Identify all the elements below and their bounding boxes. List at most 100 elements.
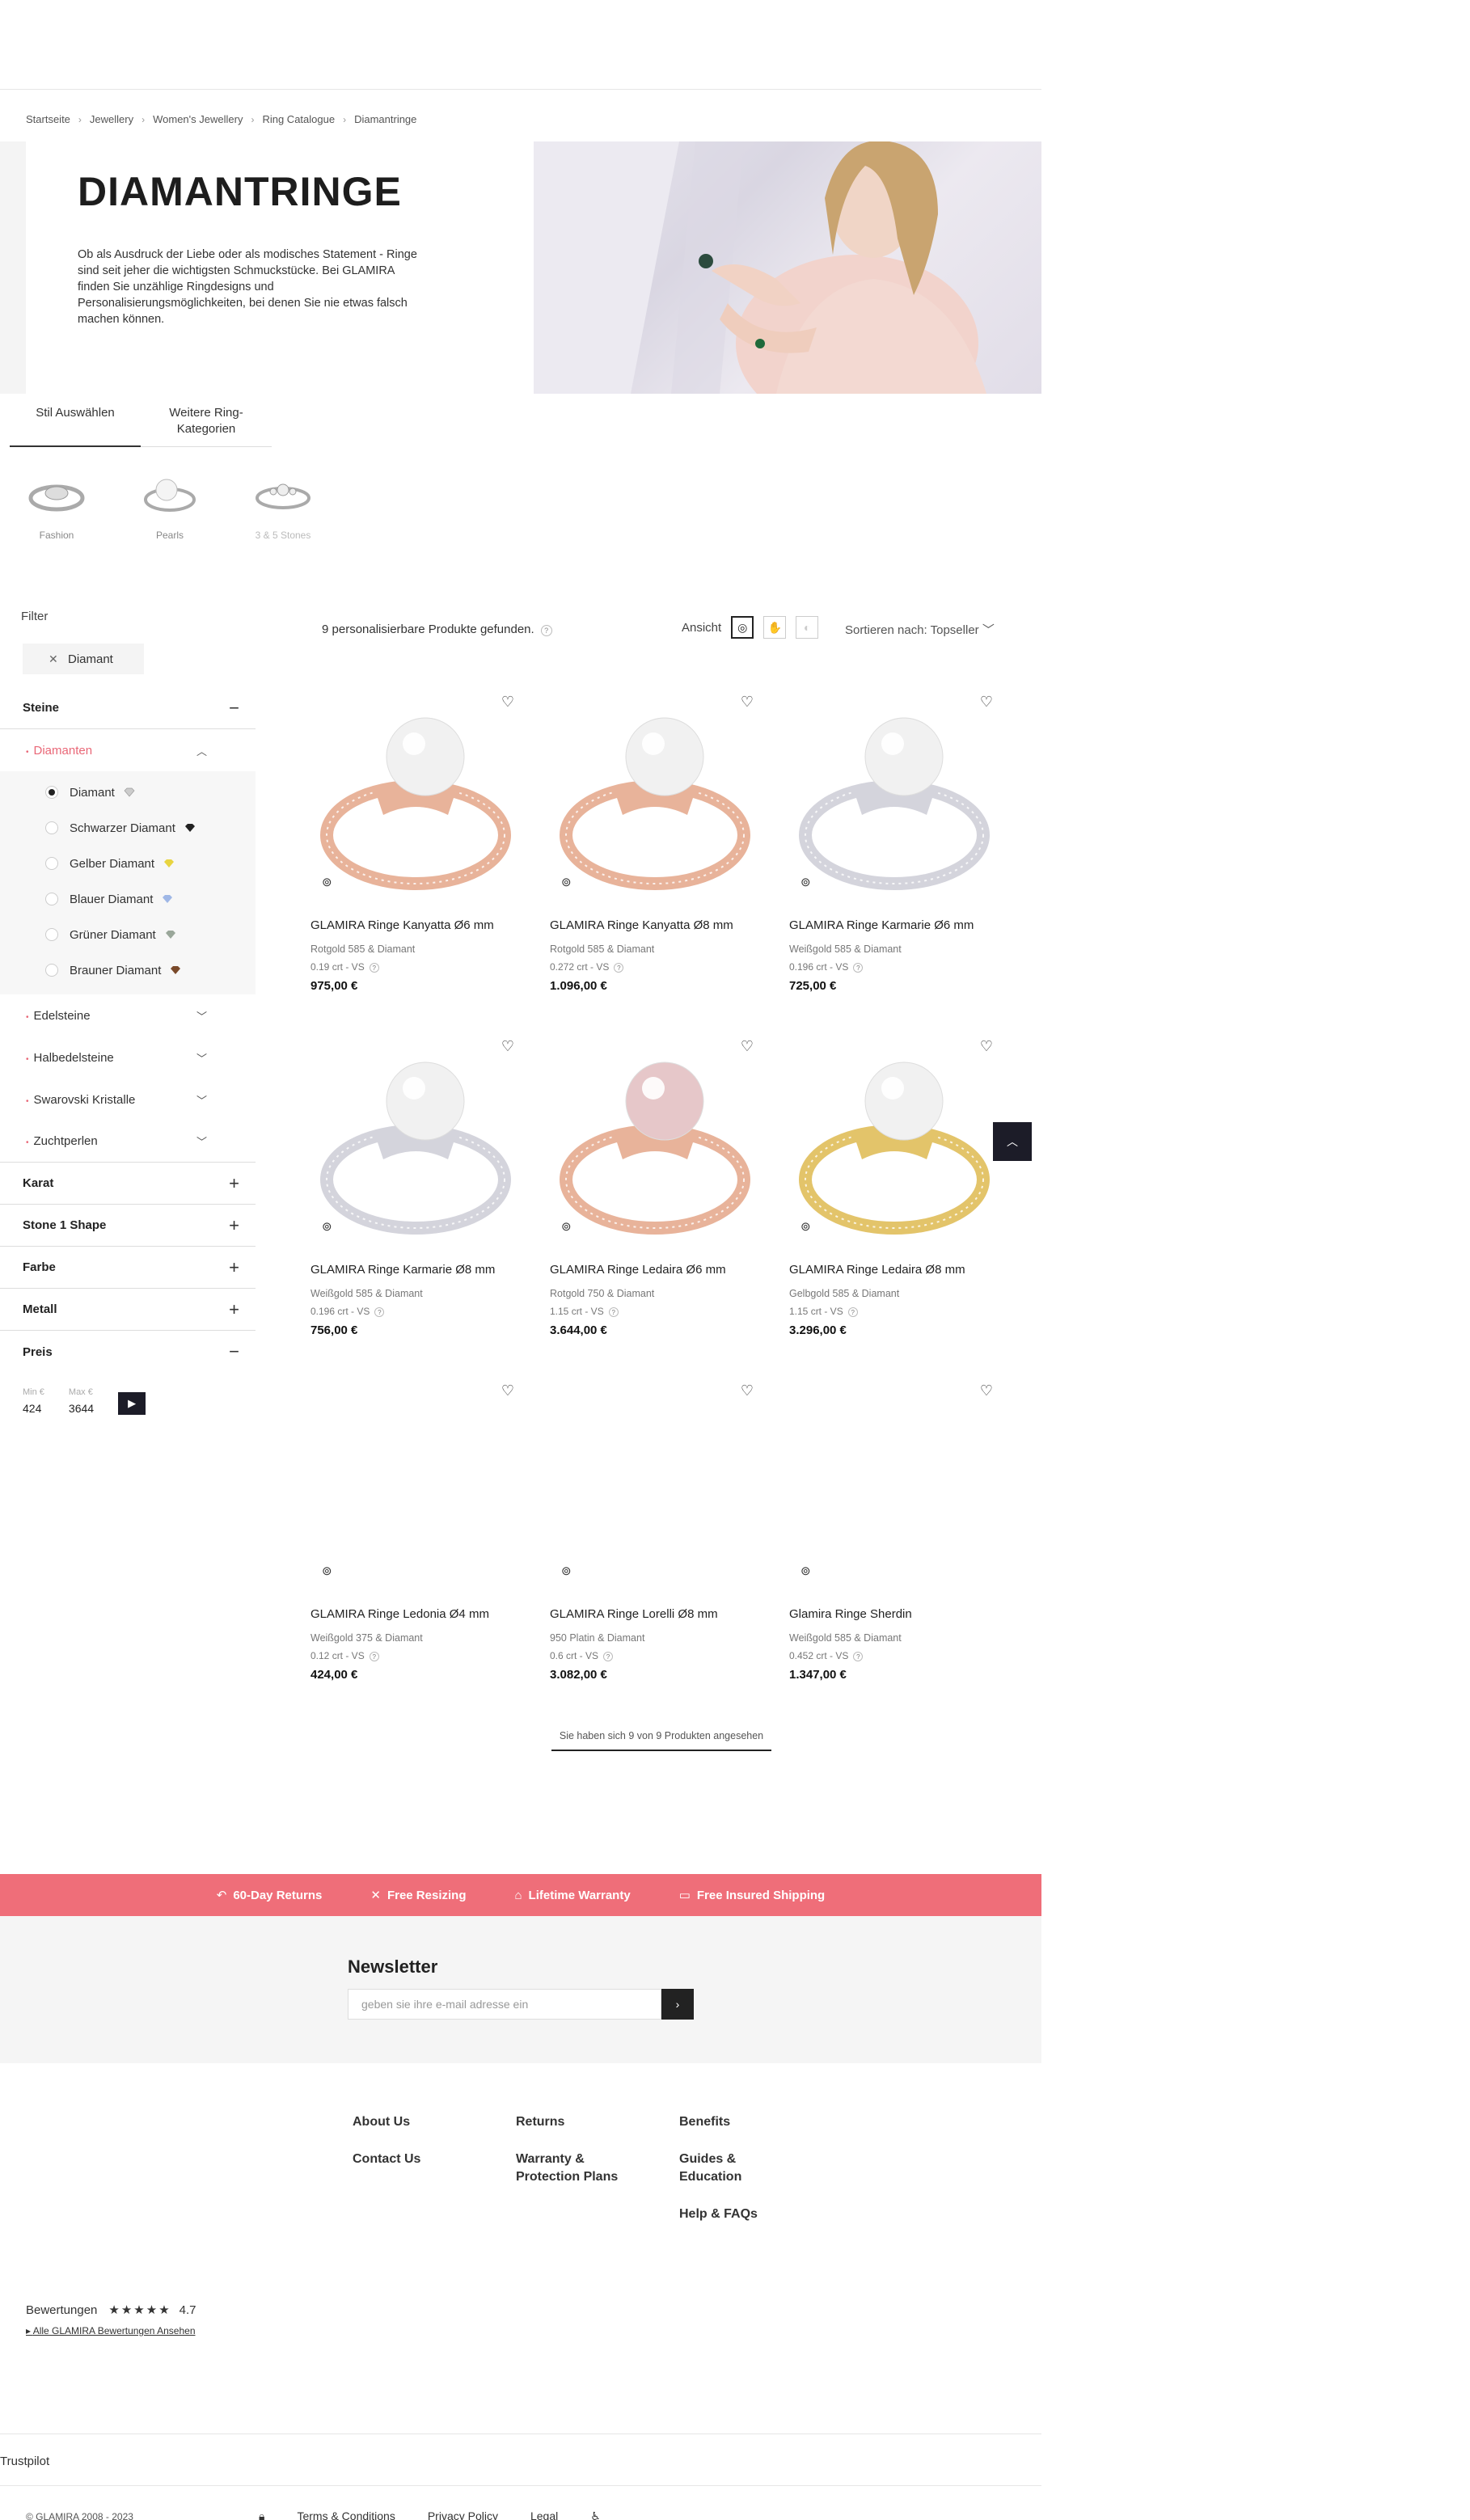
option-blauer-diamant[interactable]: Blauer Diamant [0,881,256,917]
option-brauner-diamant[interactable]: Brauner Diamant [0,952,256,988]
product-name[interactable]: GLAMIRA Ringe Ledaira Ø8 mm [789,1263,1003,1277]
breadcrumb-item[interactable]: Ring Catalogue [262,113,335,125]
view-ring-icon[interactable]: ◎ [731,616,754,639]
filter-sub-edelsteine[interactable]: • Edelsteine ﹀ [0,994,256,1036]
help-icon[interactable]: ? [369,963,379,973]
heart-icon[interactable]: ♡ [741,1038,754,1055]
view-360-icon[interactable]: ⊚ [800,1564,811,1578]
benefit-returns[interactable]: ↶ 60-Day Returns [217,1888,323,1902]
help-icon[interactable]: ? [853,1652,864,1661]
radio[interactable] [45,857,58,870]
product-name[interactable]: GLAMIRA Ringe Karmarie Ø6 mm [789,918,1003,932]
view-360-icon[interactable]: ⊚ [561,875,572,889]
breadcrumb-item[interactable]: Women's Jewellery [153,113,243,125]
footer-link-legal[interactable]: Legal [530,2509,558,2520]
product-name[interactable]: GLAMIRA Ringe Ledaira Ø6 mm [550,1263,763,1277]
product-name[interactable]: GLAMIRA Ringe Lorelli Ø8 mm [550,1607,763,1621]
help-icon[interactable]: ? [614,963,624,973]
filter-section-metall[interactable]: Metall + [0,1289,256,1331]
help-icon[interactable]: ? [847,1307,858,1317]
heart-icon[interactable]: ♡ [501,1382,514,1399]
style-fashion[interactable]: Fashion [24,469,89,541]
newsletter-email-input[interactable]: geben sie ihre e-mail adresse ein [348,1989,661,2020]
filter-section-farbe[interactable]: Farbe + [0,1247,256,1289]
help-icon[interactable]: ? [369,1652,379,1661]
filter-section-stone-shape[interactable]: Stone 1 Shape + [0,1205,256,1247]
filter-section-preis[interactable]: Preis − [0,1331,256,1373]
view-360-icon[interactable]: ⊚ [322,1564,332,1578]
benefit-shipping[interactable]: ▭ Free Insured Shipping [679,1888,826,1902]
price-max-value[interactable]: 3644 [69,1402,94,1415]
product-name[interactable]: GLAMIRA Ringe Kanyatta Ø6 mm [310,918,524,932]
view-360-icon[interactable]: ⊚ [322,1219,332,1234]
option-gelber-diamant[interactable]: Gelber Diamant [0,846,256,881]
price-min-field[interactable]: Min € 424 [23,1387,44,1415]
product-name[interactable]: Glamira Ringe Sherdin [789,1607,1003,1621]
view-360-icon[interactable]: ⊚ [800,1219,811,1234]
reviews-link[interactable]: ▸ Alle GLAMIRA Bewertungen Ansehen [26,2325,196,2336]
price-apply-button[interactable]: ▶ [118,1392,146,1415]
product-card[interactable]: ♡ ⊚ GLAMIRA Ringe Ledaira Ø6 mm Rotgold 750… [550,1038,763,1337]
help-icon[interactable]: ? [540,625,552,636]
help-icon[interactable]: ? [853,963,864,973]
radio[interactable] [45,964,58,977]
footer-link-privacy[interactable]: Privacy Policy [428,2509,498,2520]
filter-sub-halbedelsteine[interactable]: • Halbedelsteine ﹀ [0,1036,256,1078]
view-model-icon[interactable]: ◐ [796,616,819,639]
view-360-icon[interactable]: ⊚ [561,1219,572,1234]
view-360-icon[interactable]: ⊚ [561,1564,572,1578]
filter-section-steine[interactable]: Steine − [0,687,256,729]
help-icon[interactable]: ? [608,1307,619,1317]
option-schwarzer-diamant[interactable]: Schwarzer Diamant [0,810,256,846]
help-icon[interactable]: ? [603,1652,614,1661]
active-filter-chip[interactable]: ✕ Diamant [23,644,144,674]
product-card[interactable]: ♡ ⊚ GLAMIRA Ringe Karmarie Ø8 mm Weißgold 5… [310,1038,524,1337]
radio[interactable] [45,893,58,905]
product-card[interactable]: ♡ ⊚ GLAMIRA Ringe Lorelli Ø8 mm 950 Platin … [550,1382,763,1682]
breadcrumb-item[interactable]: Jewellery [90,113,133,125]
heart-icon[interactable]: ♡ [980,1038,993,1055]
style-three-five-stones[interactable]: 3 & 5 Stones [251,469,315,541]
help-icon[interactable]: ? [374,1307,385,1317]
heart-icon[interactable]: ♡ [741,694,754,711]
trustpilot-widget[interactable]: Trustpilot [0,2455,49,2468]
filter-section-karat[interactable]: Karat + [0,1163,256,1205]
price-max-field[interactable]: Max € 3644 [69,1387,94,1415]
view-hand-icon[interactable]: ✋ [763,616,787,639]
product-name[interactable]: GLAMIRA Ringe Kanyatta Ø8 mm [550,918,763,932]
scroll-to-top-button[interactable]: ︿ [993,1122,1032,1161]
heart-icon[interactable]: ♡ [980,694,993,711]
product-name[interactable]: GLAMIRA Ringe Karmarie Ø8 mm [310,1263,524,1277]
product-card[interactable]: ♡ ⊚ Glamira Ringe Sherdin Weißgold 585 & Di… [789,1382,1003,1682]
product-name[interactable]: GLAMIRA Ringe Ledonia Ø4 mm [310,1607,524,1621]
footer-link-warranty[interactable]: Warranty & Protection Plans [516,2151,634,2186]
footer-link-benefits[interactable]: Benefits [679,2113,797,2131]
footer-link-help[interactable]: Help & FAQs [679,2206,797,2223]
filter-sub-diamanten[interactable]: • Diamanten ︿ [0,729,256,771]
heart-icon[interactable]: ♡ [980,1382,993,1399]
newsletter-submit-button[interactable]: › [661,1989,694,2020]
footer-link-about[interactable]: About Us [353,2113,471,2131]
view-360-icon[interactable]: ⊚ [322,875,332,889]
product-card[interactable]: ♡ ⊚ GLAMIRA Ringe Ledaira Ø8 mm Gelbgold 58… [789,1038,1003,1337]
option-diamant[interactable]: Diamant [0,775,256,810]
product-card[interactable]: ♡ ⊚ GLAMIRA Ringe Ledonia Ø4 mm Weißgold 37… [310,1382,524,1682]
style-pearls[interactable]: Pearls [137,469,202,541]
product-card[interactable]: ♡ ⊚ GLAMIRA Ringe Karmarie Ø6 mm Weißgold 5… [789,694,1003,993]
heart-icon[interactable]: ♡ [741,1382,754,1399]
option-gruener-diamant[interactable]: Grüner Diamant [0,917,256,952]
radio[interactable] [45,928,58,941]
tab-stil-auswaehlen[interactable]: Stil Auswählen [10,402,141,447]
heart-icon[interactable]: ♡ [501,1038,514,1055]
product-card[interactable]: ♡ ⊚ GLAMIRA Ringe Kanyatta Ø8 mm Rotgold 58… [550,694,763,993]
footer-link-contact[interactable]: Contact Us [353,2151,471,2168]
radio-checked[interactable] [45,786,58,799]
radio[interactable] [45,821,58,834]
view-360-icon[interactable]: ⊚ [800,875,811,889]
benefit-resizing[interactable]: ✕ Free Resizing [370,1888,466,1902]
price-min-value[interactable]: 424 [23,1402,44,1415]
breadcrumb-item[interactable]: Startseite [26,113,70,125]
footer-link-guides[interactable]: Guides & Education [679,2151,797,2186]
footer-link-returns[interactable]: Returns [516,2113,634,2131]
filter-sub-swarovski[interactable]: • Swarovski Kristalle ﹀ [0,1078,256,1121]
